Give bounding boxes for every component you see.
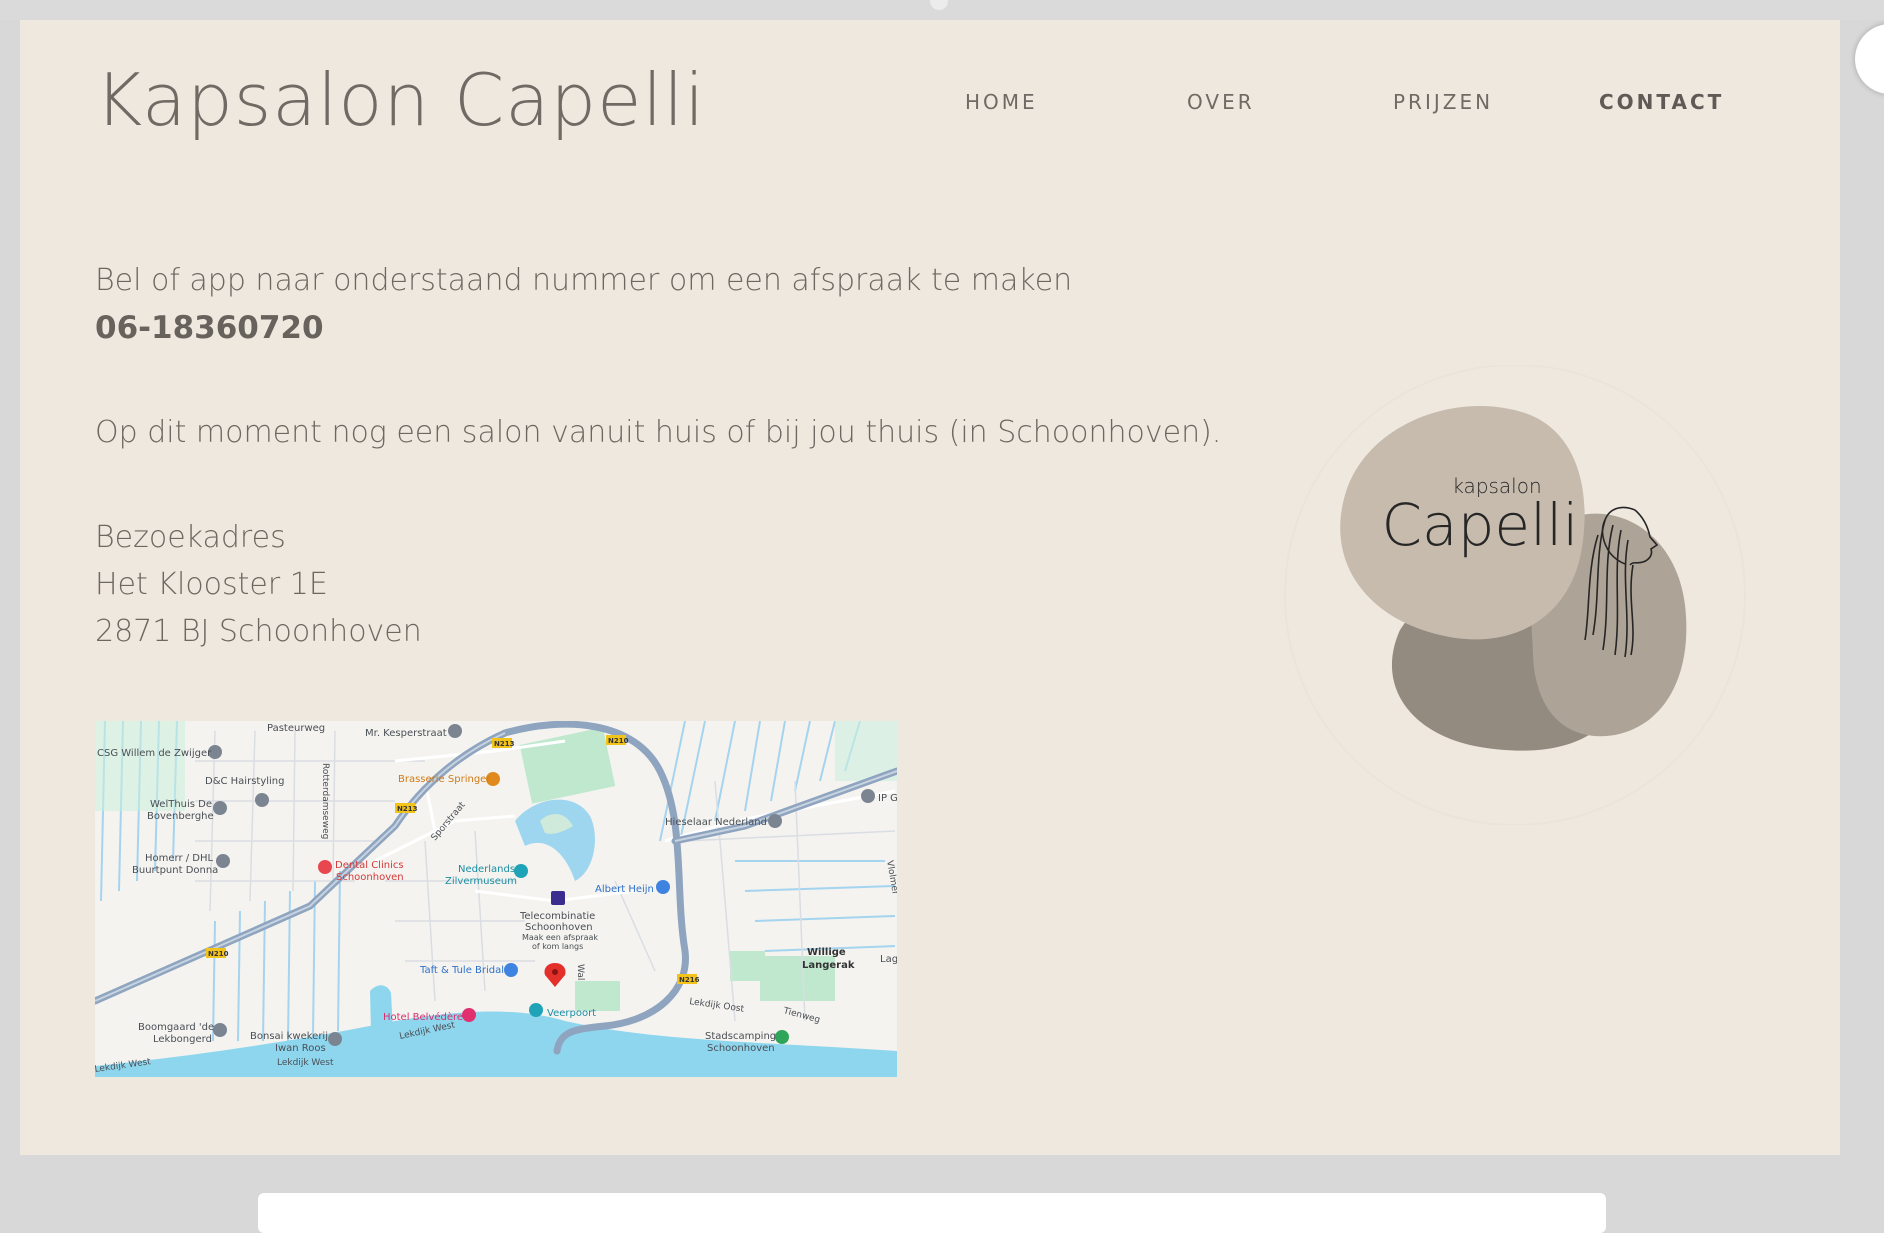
- svg-text:Stadscamping: Stadscamping: [705, 1031, 776, 1042]
- page-content: Kapsalon Capelli HOME OVER PRIJZEN CONTA…: [20, 20, 1840, 1155]
- svg-text:CSG Willem de Zwijger: CSG Willem de Zwijger: [97, 748, 212, 759]
- svg-text:Zilvermuseum: Zilvermuseum: [445, 876, 517, 887]
- svg-text:Bovenberghe: Bovenberghe: [147, 811, 214, 822]
- contact-intro: Bel of app naar onderstaand nummer om ee…: [95, 263, 1073, 298]
- svg-text:Brasserie Springer: Brasserie Springer: [398, 774, 491, 785]
- svg-text:Dental Clinics: Dental Clinics: [335, 860, 404, 871]
- svg-text:Lekdijk West: Lekdijk West: [277, 1058, 334, 1068]
- bottom-panel: [258, 1193, 1606, 1233]
- address-line-1: Het Klooster 1E: [95, 567, 328, 602]
- svg-text:Boomgaard 'de: Boomgaard 'de: [138, 1022, 214, 1033]
- svg-text:WelThuis De: WelThuis De: [150, 799, 212, 810]
- svg-text:D&C Hairstyling: D&C Hairstyling: [205, 776, 285, 787]
- svg-text:Homerr / DHL: Homerr / DHL: [145, 853, 214, 864]
- svg-text:Lekbongerd: Lekbongerd: [153, 1034, 212, 1045]
- svg-text:N210: N210: [208, 950, 229, 958]
- nav-contact[interactable]: CONTACT: [1599, 90, 1724, 114]
- svg-text:Albert Heijn: Albert Heijn: [595, 884, 654, 895]
- svg-text:N216: N216: [679, 976, 700, 984]
- nav-home[interactable]: HOME: [965, 90, 1038, 114]
- salon-note: Op dit moment nog een salon vanuit huis …: [95, 415, 1222, 450]
- svg-text:Telecombinatie: Telecombinatie: [519, 911, 595, 922]
- svg-text:Iwan Roos: Iwan Roos: [275, 1043, 326, 1054]
- address-heading: Bezoekadres: [95, 520, 286, 555]
- address-line-2: 2871 BJ Schoonhoven: [95, 614, 422, 649]
- svg-text:Maak een afspraak: Maak een afspraak: [522, 933, 598, 942]
- nav-prijzen[interactable]: PRIJZEN: [1393, 90, 1493, 114]
- svg-text:Bonsai kwekerij: Bonsai kwekerij: [250, 1031, 328, 1042]
- svg-text:Nederlands: Nederlands: [458, 864, 515, 875]
- svg-text:Wal: Wal: [575, 964, 585, 980]
- svg-text:N213: N213: [397, 805, 418, 813]
- svg-text:Willige: Willige: [807, 947, 846, 958]
- main-nav: HOME OVER PRIJZEN CONTACT: [20, 90, 1840, 120]
- phone-number: 06-18360720: [95, 310, 324, 346]
- logo-capelli: Capelli: [1382, 491, 1579, 559]
- nav-over[interactable]: OVER: [1187, 90, 1255, 114]
- svg-text:Taft & Tule Bridal: Taft & Tule Bridal: [419, 965, 504, 976]
- svg-text:N213: N213: [494, 740, 515, 748]
- svg-text:N210: N210: [608, 737, 629, 745]
- svg-text:Pasteurweg: Pasteurweg: [267, 723, 325, 734]
- svg-text:Schoonhoven: Schoonhoven: [336, 872, 404, 883]
- floating-widget-button[interactable]: [1855, 24, 1884, 94]
- svg-text:Schoonhoven: Schoonhoven: [525, 922, 593, 933]
- svg-text:IP G: IP G: [878, 793, 897, 804]
- svg-text:Buurtpunt Donna: Buurtpunt Donna: [132, 865, 218, 876]
- svg-text:Hieselaar Nederland: Hieselaar Nederland: [665, 817, 767, 828]
- svg-text:Schoonhoven: Schoonhoven: [707, 1043, 775, 1054]
- svg-text:Langerak: Langerak: [802, 960, 855, 971]
- capelli-logo: Capelli kapsalon: [1265, 364, 1765, 826]
- location-map[interactable]: N213 N210 N213 N210 N216 Pasteurweg Mr. …: [95, 721, 897, 1077]
- svg-text:Mr. Kesperstraat: Mr. Kesperstraat: [365, 728, 447, 739]
- svg-text:Veerpoort: Veerpoort: [547, 1008, 596, 1019]
- svg-text:Lag: Lag: [880, 954, 897, 965]
- logo-kapsalon: kapsalon: [1452, 474, 1541, 498]
- svg-text:of kom langs: of kom langs: [532, 942, 583, 951]
- svg-text:Rotterdamseweg: Rotterdamseweg: [320, 763, 330, 839]
